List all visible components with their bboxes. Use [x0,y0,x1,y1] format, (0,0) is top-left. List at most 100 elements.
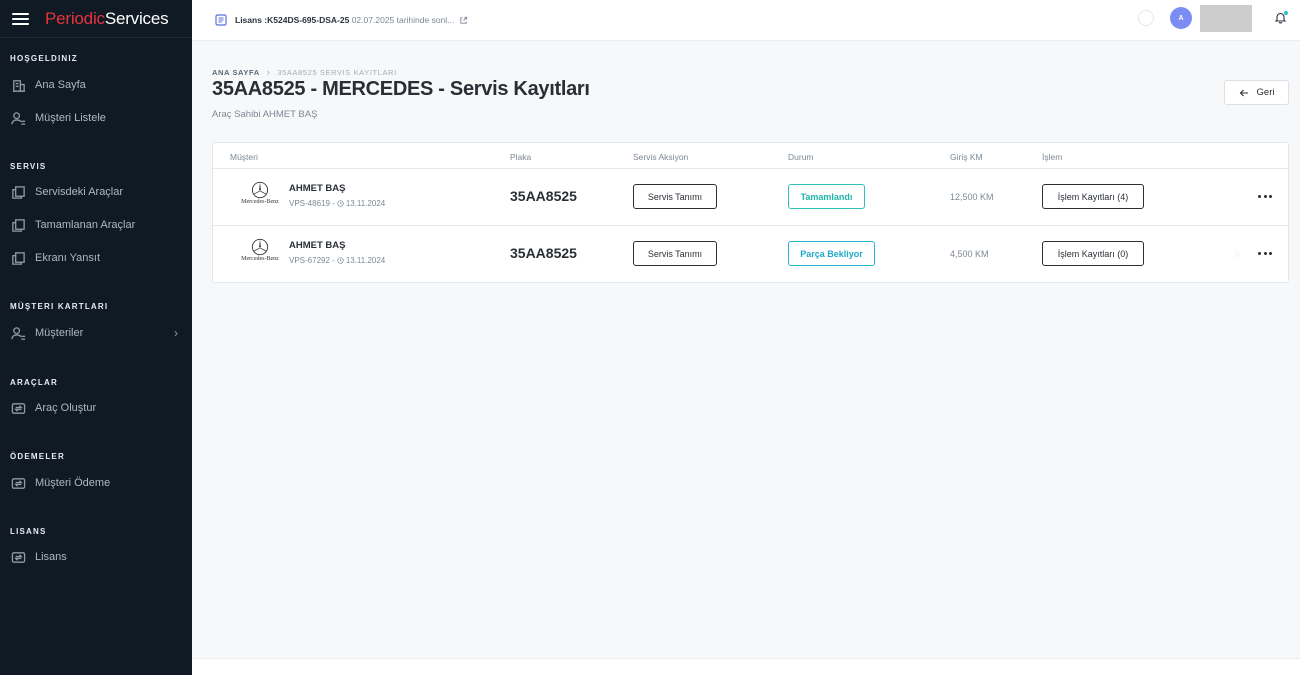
plate-number: 35AA8525 [510,188,577,204]
sidebar: PeriodicServices HOŞGELDINIZ Ana Sayfa M… [0,0,192,675]
license-info[interactable]: Lisans :K524DS-695-DSA-25 02.07.2025 tar… [235,15,454,25]
action-logs-button[interactable]: İşlem Kayıtları (4) [1042,184,1144,209]
copy-icon [10,250,26,266]
header-durum[interactable]: Durum [788,152,814,162]
breadcrumb-home[interactable]: ANA SAYFA [212,68,260,77]
header-islem[interactable]: İşlem [1042,152,1062,162]
star-icon[interactable]: ☆ [1233,249,1241,260]
sidebar-item-label: Araç Oluştur [35,402,97,414]
record-code: VPS-48619 - [289,199,335,208]
sidebar-item-label: Müşteriler [35,327,84,339]
user-profile-placeholder[interactable] [1200,5,1252,32]
section-title-servis: SERVIS [10,162,47,171]
license-key: K524DS-695-DSA-25 [267,15,350,25]
notification-dot [1284,11,1288,15]
record-date: 13.11.2024 [345,256,386,265]
brand-logo[interactable]: PeriodicServices [45,8,169,29]
chevron-right-icon: › [174,326,178,340]
sidebar-item-musteri-listele[interactable]: Müşteri Listele [0,106,192,130]
sidebar-item-label: Servisdeki Araçlar [35,186,124,198]
sidebar-item-label: Müşteri Ödeme [35,477,111,489]
building-icon [10,77,26,93]
brand-part-2: Services [104,8,169,28]
sidebar-item-label: Tamamlanan Araçlar [35,219,136,231]
section-title-hosgeldiniz: HOŞGELDINIZ [10,54,78,63]
breadcrumb-separator-icon: › [266,67,271,77]
topbar: Lisans :K524DS-695-DSA-25 02.07.2025 tar… [192,0,1300,41]
page-subtitle: Araç Sahibi AHMET BAŞ [212,109,318,120]
record-meta: VPS-48619 - 13.11.2024 [289,199,385,208]
entry-km: 4,500 KM [950,249,989,259]
page-title: 35AA8525 - MERCEDES - Servis Kayıtları [212,78,590,100]
section-title-lisans: LISANS [10,527,47,536]
mercedes-star-icon [251,181,269,199]
footer [192,658,1300,675]
sidebar-item-musteriler[interactable]: Müşteriler › [0,321,192,345]
sidebar-item-tamamlanan-araclar[interactable]: Tamamlanan Araçlar [0,213,192,237]
sidebar-item-arac-olustur[interactable]: Araç Oluştur [0,396,192,420]
more-options-icon[interactable] [1258,191,1272,201]
user-list-icon [10,110,26,126]
theme-toggle[interactable] [1138,10,1154,26]
sidebar-item-ekrani-yansit[interactable]: Ekranı Yansıt [0,246,192,270]
sidebar-header: PeriodicServices [0,0,192,38]
section-title-odemeler: ÖDEMELER [10,452,65,461]
transfer-icon [10,475,26,491]
breadcrumb: ANA SAYFA › 35AA8525 SERVIS KAYITLARI [212,67,397,77]
avatar[interactable]: A [1170,7,1192,29]
brand-text: Mercedes-Benz [241,256,279,262]
customer-name: AHMET BAŞ [289,183,346,194]
header-servis-aksiyon[interactable]: Servis Aksiyon [633,152,688,162]
section-title-araclar: ARAÇLAR [10,378,58,387]
status-badge[interactable]: Tamamlandı [788,184,865,209]
sidebar-item-ana-sayfa[interactable]: Ana Sayfa [0,73,192,97]
mercedes-star-icon [251,238,269,256]
back-button-label: Geri [1256,87,1275,98]
service-definition-button[interactable]: Servis Tanımı [633,184,717,209]
plate-number: 35AA8525 [510,245,577,261]
header-musteri[interactable]: Müşteri [230,152,258,162]
sidebar-item-label: Müşteri Listele [35,112,106,124]
copy-icon [10,184,26,200]
table-header: Müşteri Plaka Servis Aksiyon Durum Giriş… [213,143,1288,169]
entry-km: 12,500 KM [950,192,994,202]
sidebar-item-label: Ana Sayfa [35,79,86,91]
action-logs-button[interactable]: İşlem Kayıtları (0) [1042,241,1144,266]
sidebar-item-musteri-odeme[interactable]: Müşteri Ödeme [0,471,192,495]
service-definition-button[interactable]: Servis Tanımı [633,241,717,266]
record-date: 13.11.2024 [345,199,386,208]
sidebar-item-servisdeki-araclar[interactable]: Servisdeki Araçlar [0,180,192,204]
copy-icon [10,217,26,233]
license-expiry: 02.07.2025 tarihinde sonl... [351,15,455,25]
status-badge[interactable]: Parça Bekliyor [788,241,875,266]
license-label: Lisans : [235,15,268,25]
header-giris-km[interactable]: Giriş KM [950,152,983,162]
sidebar-item-lisans[interactable]: Lisans [0,545,192,569]
clock-icon [337,257,344,264]
mercedes-logo: Mercedes-Benz [237,181,283,207]
external-link-icon[interactable] [459,16,468,25]
sidebar-item-label: Ekranı Yansıt [35,252,101,264]
breadcrumb-current: 35AA8525 SERVIS KAYITLARI [277,67,397,77]
license-icon [215,14,227,26]
customer-name: AHMET BAŞ [289,240,346,251]
transfer-icon [10,549,26,565]
sidebar-item-label: Lisans [35,551,67,563]
more-options-icon[interactable] [1258,248,1272,258]
back-button[interactable]: Geri [1224,80,1289,105]
record-code: VPS-67292 - [289,256,335,265]
record-meta: VPS-67292 - 13.11.2024 [289,256,385,265]
mercedes-logo: Mercedes-Benz [237,238,283,264]
service-records-table: Müşteri Plaka Servis Aksiyon Durum Giriş… [212,142,1289,283]
clock-icon [337,200,344,207]
user-list-icon [10,325,26,341]
section-title-musteri-kartlari: MÜŞTERI KARTLARI [10,302,109,311]
table-row: Mercedes-Benz AHMET BAŞ VPS-67292 - 13.1… [213,226,1288,283]
hamburger-menu-icon[interactable] [12,12,29,25]
header-plaka[interactable]: Plaka [510,152,531,162]
main-content: ANA SAYFA › 35AA8525 SERVIS KAYITLARI 35… [192,41,1300,658]
transfer-icon [10,400,26,416]
arrow-left-icon [1239,89,1248,96]
brand-text: Mercedes-Benz [241,199,279,205]
brand-part-1: Periodic [45,8,105,28]
